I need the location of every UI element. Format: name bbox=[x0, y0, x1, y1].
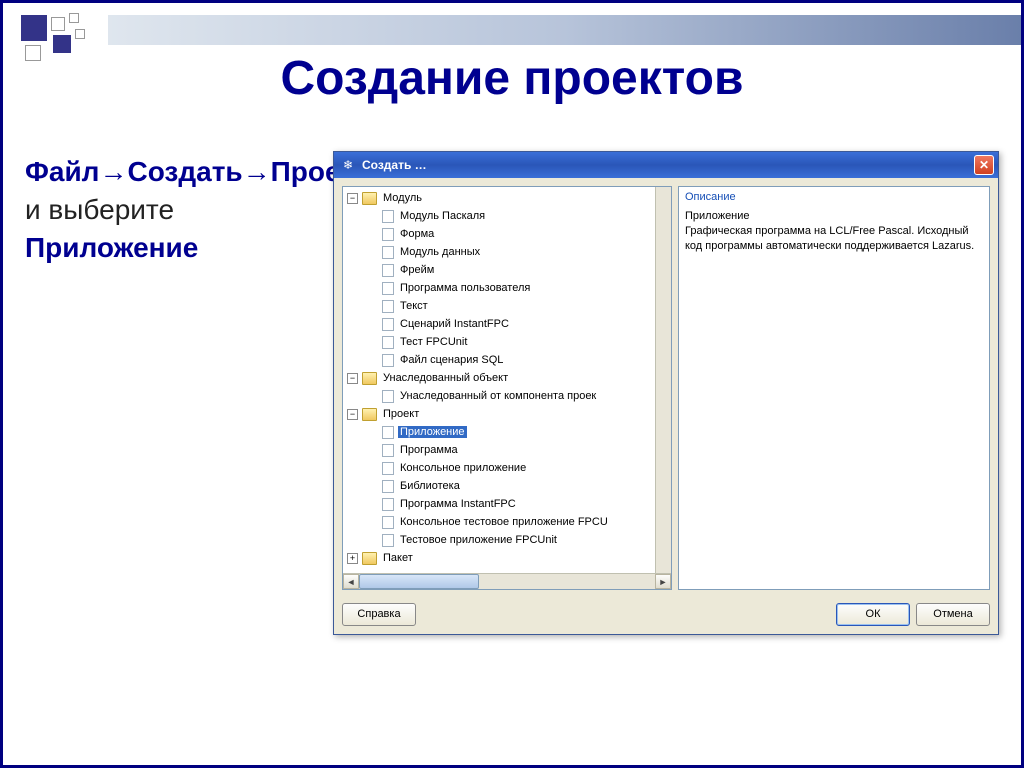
horizontal-scrollbar[interactable]: ◄ ► bbox=[343, 573, 671, 589]
tree-folder[interactable]: − Унаследованный объект bbox=[347, 369, 655, 387]
tree-item-label[interactable]: Приложение bbox=[398, 426, 467, 438]
tree-item[interactable]: Программа пользователя bbox=[367, 279, 655, 297]
instruction-target: Приложение bbox=[25, 232, 198, 263]
cancel-button[interactable]: Отмена bbox=[916, 603, 990, 626]
folder-icon bbox=[362, 372, 377, 385]
description-header: Описание bbox=[685, 191, 983, 203]
file-icon bbox=[382, 498, 394, 511]
help-button[interactable]: Справка bbox=[342, 603, 416, 626]
hscroll-thumb[interactable] bbox=[359, 574, 479, 589]
tree-item-label[interactable]: Модуль Паскаля bbox=[398, 210, 487, 222]
tree-item-label[interactable]: Сценарий InstantFPC bbox=[398, 318, 511, 330]
tree-item[interactable]: Тест FPCUnit bbox=[367, 333, 655, 351]
tree-item[interactable]: Форма bbox=[367, 225, 655, 243]
tree-item[interactable]: Тестовое приложение FPCUnit bbox=[367, 531, 655, 549]
instruction-path: Файл→Создать→Проект bbox=[25, 156, 368, 187]
file-icon bbox=[382, 426, 394, 439]
instruction-text: Файл→Создать→Проект и выберите Приложени… bbox=[25, 153, 325, 266]
collapse-toggle[interactable]: − bbox=[347, 409, 358, 420]
dialog-titlebar[interactable]: ❄ Создать … ✕ bbox=[334, 152, 998, 178]
tree-item-label[interactable]: Файл сценария SQL bbox=[398, 354, 505, 366]
tree-item[interactable]: Текст bbox=[367, 297, 655, 315]
tree-item[interactable]: Файл сценария SQL bbox=[367, 351, 655, 369]
tree-item-label[interactable]: Форма bbox=[398, 228, 436, 240]
file-icon bbox=[382, 462, 394, 475]
header-stripe bbox=[108, 15, 1021, 45]
tree-item[interactable]: Сценарий InstantFPC bbox=[367, 315, 655, 333]
collapse-toggle[interactable]: − bbox=[347, 373, 358, 384]
tree-item-label[interactable]: Фрейм bbox=[398, 264, 436, 276]
file-icon bbox=[382, 228, 394, 241]
tree-item-label[interactable]: Программа bbox=[398, 444, 460, 456]
description-panel: Описание Приложение Графическая программ… bbox=[678, 186, 990, 590]
vertical-scrollbar[interactable] bbox=[655, 187, 671, 573]
tree-folder[interactable]: + Пакет bbox=[347, 549, 655, 567]
tree-item[interactable]: Программа bbox=[367, 441, 655, 459]
tree-item[interactable]: Унаследованный от компонента проек bbox=[367, 387, 655, 405]
file-icon bbox=[382, 534, 394, 547]
instruction-conj: и выберите bbox=[25, 194, 174, 225]
tree-scroll[interactable]: − Модуль Модуль Паскаля Форма Модуль данных Ф… bbox=[343, 187, 655, 573]
file-icon bbox=[382, 480, 394, 493]
folder-icon bbox=[362, 408, 377, 421]
create-dialog: ❄ Создать … ✕ − Модуль Модуль Паскаля Форма… bbox=[333, 151, 999, 635]
file-icon bbox=[382, 516, 394, 529]
tree-item-label[interactable]: Пакет bbox=[381, 552, 415, 564]
file-icon bbox=[382, 282, 394, 295]
expand-toggle[interactable]: + bbox=[347, 553, 358, 564]
tree-item-label[interactable]: Консольное приложение bbox=[398, 462, 528, 474]
scroll-right-button[interactable]: ► bbox=[655, 574, 671, 589]
tree-item[interactable]: Программа InstantFPC bbox=[367, 495, 655, 513]
collapse-toggle[interactable]: − bbox=[347, 193, 358, 204]
file-icon bbox=[382, 246, 394, 259]
scroll-left-button[interactable]: ◄ bbox=[343, 574, 359, 589]
ok-button[interactable]: ОК bbox=[836, 603, 910, 626]
file-icon bbox=[382, 444, 394, 457]
tree-item-label[interactable]: Унаследованный от компонента проек bbox=[398, 390, 598, 402]
file-icon bbox=[382, 264, 394, 277]
file-icon bbox=[382, 300, 394, 313]
file-icon bbox=[382, 336, 394, 349]
tree-folder[interactable]: − Проект bbox=[347, 405, 655, 423]
tree-item-label[interactable]: Консольное тестовое приложение FPCU bbox=[398, 516, 610, 528]
folder-icon bbox=[362, 192, 377, 205]
tree-item-label[interactable]: Программа InstantFPC bbox=[398, 498, 518, 510]
tree-item[interactable]: Модуль данных bbox=[367, 243, 655, 261]
tree-item-label[interactable]: Модуль данных bbox=[398, 246, 482, 258]
tree-item[interactable]: Консольное тестовое приложение FPCU bbox=[367, 513, 655, 531]
tree-item-label[interactable]: Тестовое приложение FPCUnit bbox=[398, 534, 559, 546]
file-icon bbox=[382, 318, 394, 331]
slide-title: Создание проектов bbox=[3, 51, 1021, 106]
file-icon bbox=[382, 390, 394, 403]
tree-item-label[interactable]: Проект bbox=[381, 408, 421, 420]
description-body: Приложение Графическая программа на LCL/… bbox=[685, 209, 983, 254]
tree-folder[interactable]: − Модуль bbox=[347, 189, 655, 207]
tree-item-label[interactable]: Библиотека bbox=[398, 480, 462, 492]
tree-item[interactable]: Модуль Паскаля bbox=[367, 207, 655, 225]
tree-panel: − Модуль Модуль Паскаля Форма Модуль данных Ф… bbox=[342, 186, 672, 590]
close-button[interactable]: ✕ bbox=[974, 155, 994, 175]
tree-item[interactable]: Библиотека bbox=[367, 477, 655, 495]
tree-item-label[interactable]: Модуль bbox=[381, 192, 424, 204]
dialog-button-row: Справка ОК Отмена bbox=[334, 594, 998, 634]
tree-item[interactable]: Приложение bbox=[367, 423, 655, 441]
tree-item-label[interactable]: Программа пользователя bbox=[398, 282, 532, 294]
tree-item-label[interactable]: Текст bbox=[398, 300, 430, 312]
folder-icon bbox=[362, 552, 377, 565]
app-icon: ❄ bbox=[340, 157, 356, 173]
file-icon bbox=[382, 354, 394, 367]
dialog-title: Создать … bbox=[362, 158, 974, 172]
tree-item[interactable]: Фрейм bbox=[367, 261, 655, 279]
tree-item-label[interactable]: Унаследованный объект bbox=[381, 372, 510, 384]
tree-item-label[interactable]: Тест FPCUnit bbox=[398, 336, 469, 348]
close-icon: ✕ bbox=[979, 158, 989, 172]
tree-item[interactable]: Консольное приложение bbox=[367, 459, 655, 477]
file-icon bbox=[382, 210, 394, 223]
